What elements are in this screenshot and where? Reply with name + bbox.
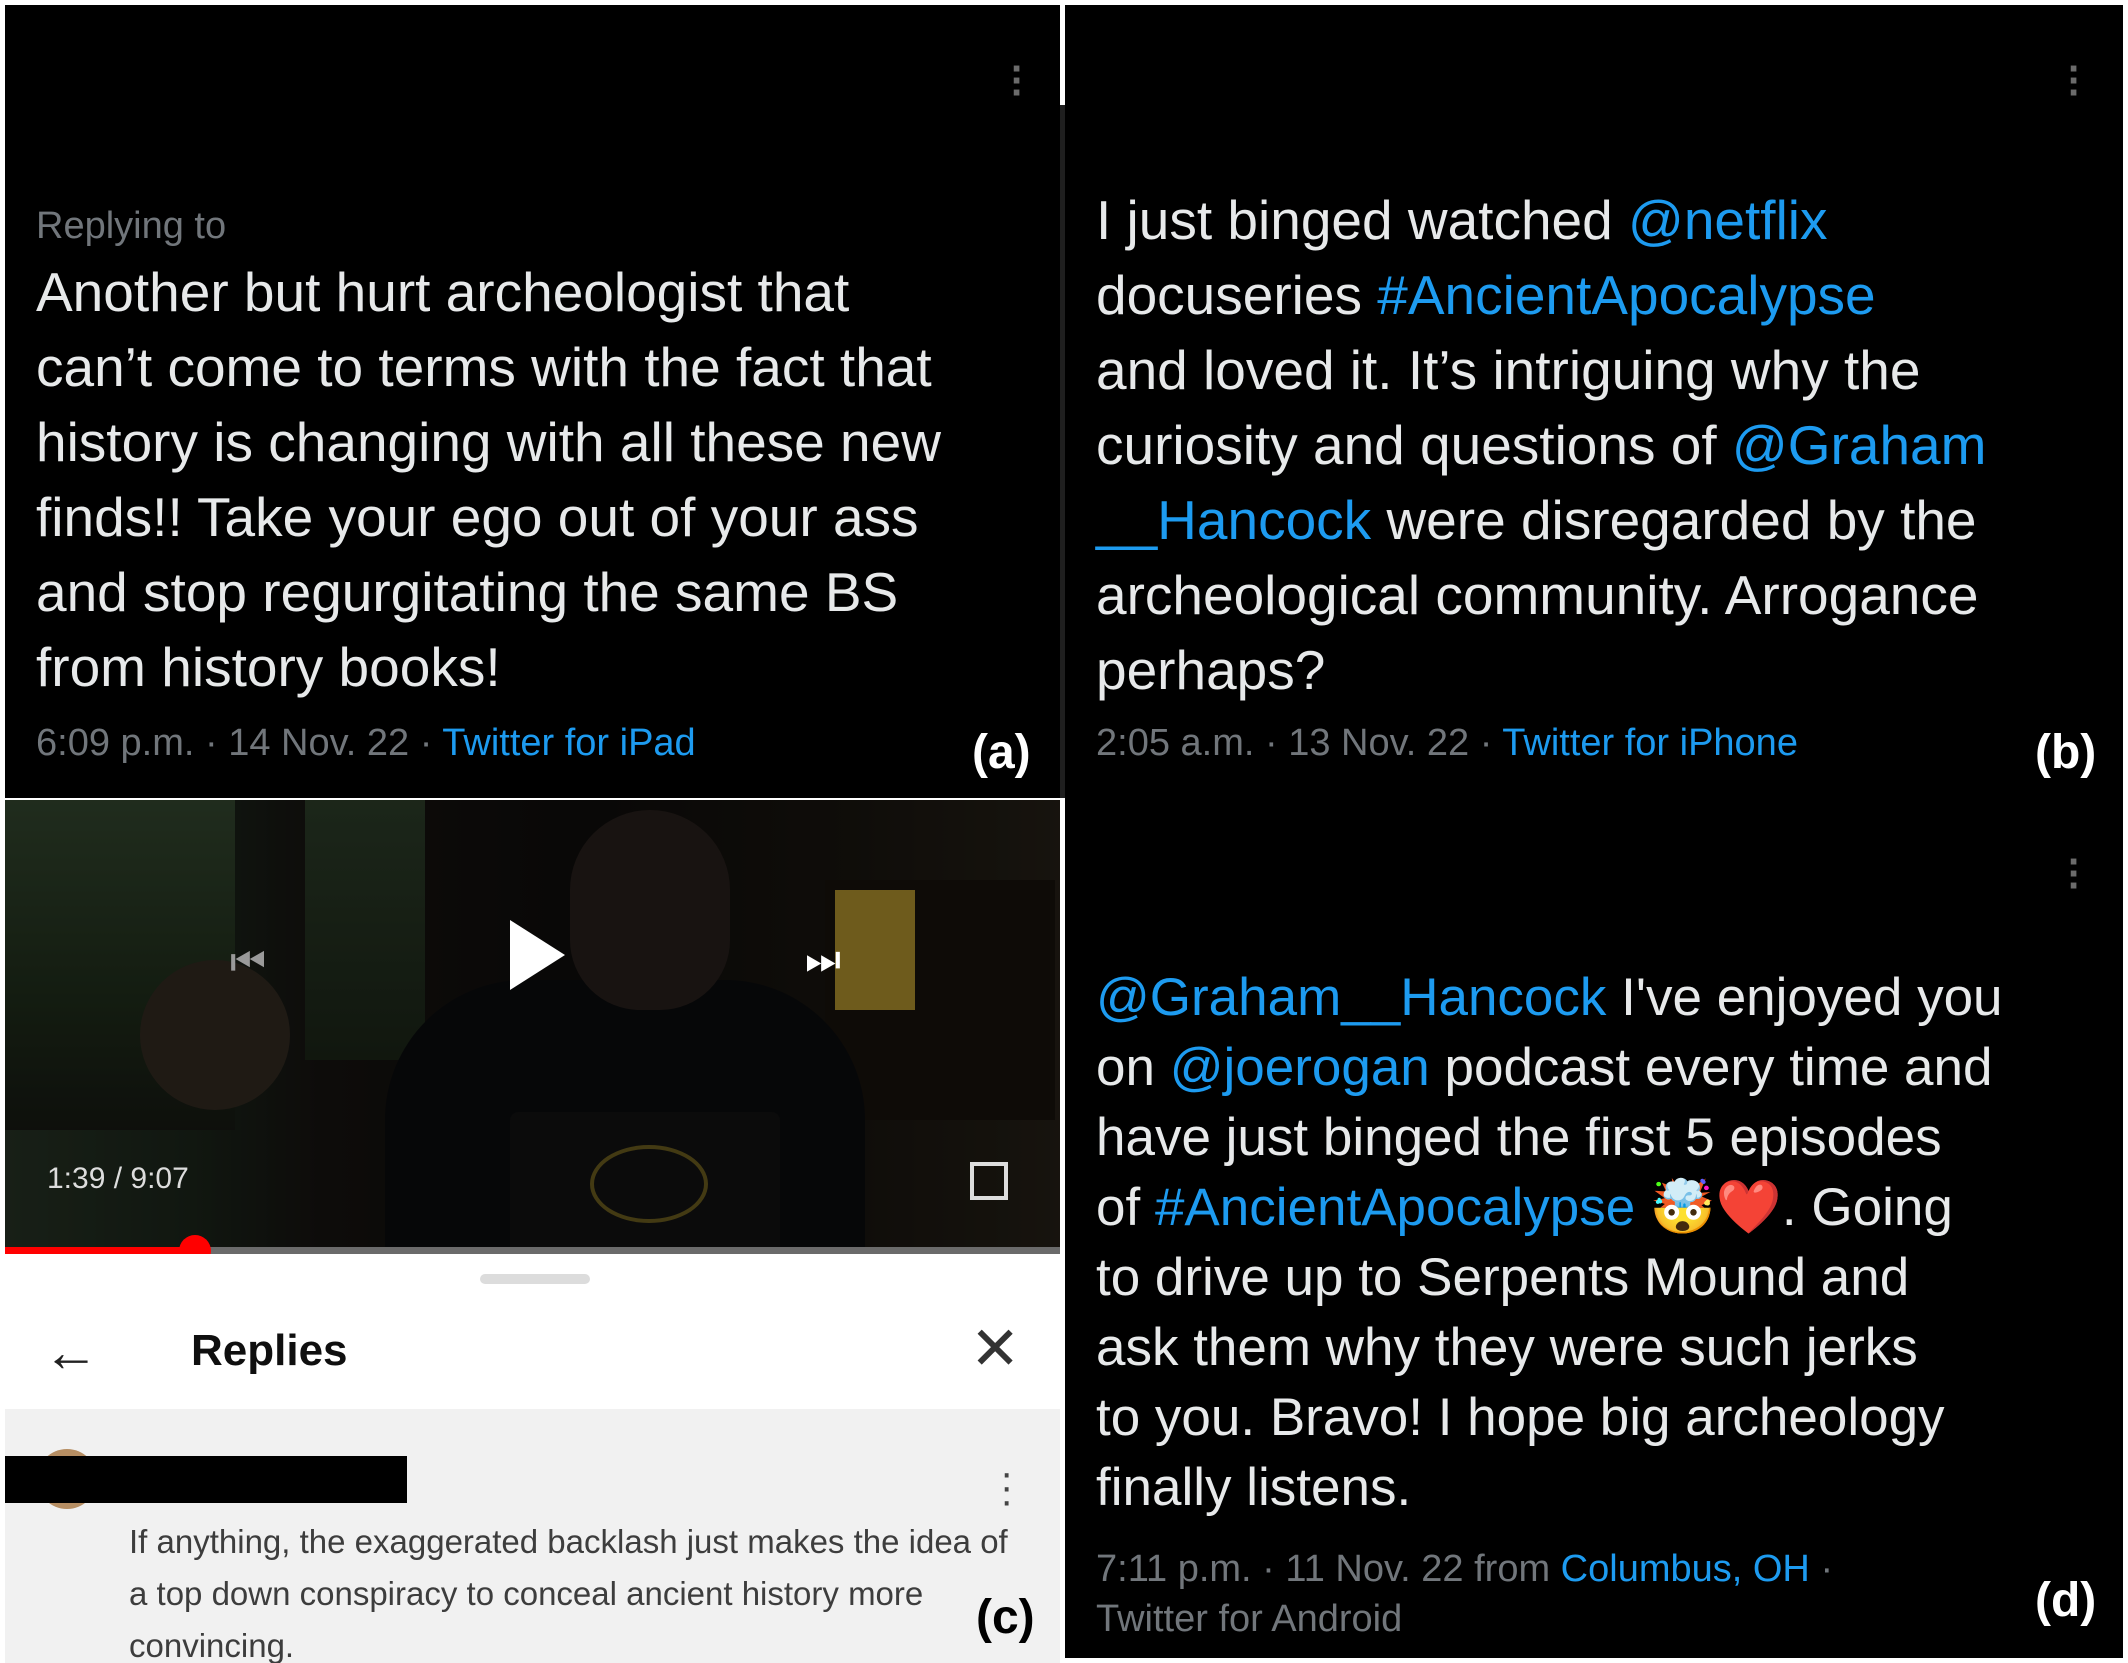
replies-sheet: ← Replies ✕ · · · If anything, the exagger… xyxy=(5,1254,1060,1663)
tweet-text: Another but hurt archeologist that can’t… xyxy=(36,261,941,698)
from-label: from xyxy=(1474,1548,1551,1590)
tweet-time: 7:11 p.m. xyxy=(1096,1548,1252,1590)
replying-to-label: Replying to xyxy=(36,205,227,247)
separator: · xyxy=(1264,722,1278,764)
tweet-time: 6:09 p.m. xyxy=(36,722,195,764)
separator: · xyxy=(1820,1548,1834,1590)
mention-netflix-link[interactable]: @netflix xyxy=(1628,189,1828,251)
panel-a-tweet: · · · Replying to Another but hurt archeol… xyxy=(5,5,1060,798)
mention-joerogan-link[interactable]: @joerogan xyxy=(1170,1038,1430,1097)
tweet-text-segment: docuseries xyxy=(1096,264,1362,326)
panel-d-tweet: · · · @Graham__Hancock I've enjoyed you on… xyxy=(1065,798,2123,1658)
separator: · xyxy=(1479,722,1493,764)
separator: · xyxy=(204,722,218,764)
tweet-date: 14 Nov. 22 xyxy=(228,722,410,764)
tweet-source-link[interactable]: Twitter for Android xyxy=(1096,1598,1402,1641)
emoji: 🤯❤️ xyxy=(1635,1178,1782,1237)
panel-label: (a) xyxy=(972,726,1031,779)
tweet-meta: 6:09 p.m. · 14 Nov. 22 · Twitter for iPa… xyxy=(36,722,696,765)
more-options-icon[interactable]: · · · xyxy=(2068,49,2081,113)
tweet-meta: 7:11 p.m. · 11 Nov. 22 from Columbus, OH… xyxy=(1096,1548,1833,1591)
sheet-title: Replies xyxy=(191,1326,348,1375)
video-timecode: 1:39 / 9:07 xyxy=(47,1162,189,1195)
separator: · xyxy=(1262,1548,1275,1590)
redacted-username xyxy=(5,1456,407,1503)
panel-label: (d) xyxy=(2035,1574,2097,1627)
video-player[interactable]: ⏮ ⏭ 1:39 / 9:07 xyxy=(5,800,1060,1250)
tweet-source-link[interactable]: Twitter for iPad xyxy=(442,722,695,764)
separator: · xyxy=(419,722,433,764)
panel-b-tweet: · · · I just binged watched @netflix docus… xyxy=(1065,5,2123,798)
panel-label: (c) xyxy=(976,1591,1035,1644)
reply-text: If anything, the exaggerated backlash ju… xyxy=(129,1523,1008,1663)
video-progress-fill xyxy=(5,1247,195,1254)
tweet-time: 2:05 a.m. xyxy=(1096,722,1255,764)
more-options-icon[interactable]: · · · xyxy=(1011,49,1024,113)
previous-icon[interactable]: ⏮ xyxy=(230,940,266,985)
location-link[interactable]: Columbus, OH xyxy=(1561,1548,1810,1590)
mention-graham-hancock-link[interactable]: @Graham__Hancock xyxy=(1096,968,1606,1027)
tweet-source-link[interactable]: Twitter for iPhone xyxy=(1502,722,1798,764)
fullscreen-icon[interactable] xyxy=(970,1162,1008,1200)
tweet-meta: 2:05 a.m. · 13 Nov. 22 · Twitter for iPh… xyxy=(1096,722,1798,765)
more-options-icon[interactable]: · · · xyxy=(2068,842,2081,906)
hashtag-link[interactable]: #AncientApocalypse xyxy=(1377,264,1875,326)
next-icon[interactable]: ⏭ xyxy=(805,938,841,983)
close-icon[interactable]: ✕ xyxy=(970,1314,1020,1384)
tweet-text-segment: I just binged watched xyxy=(1096,189,1629,251)
tweet-text: @Graham__Hancock I've enjoyed you on @jo… xyxy=(1096,963,2003,1523)
tweet-date: 13 Nov. 22 xyxy=(1288,722,1470,764)
tweet-text: I just binged watched @netflix docuserie… xyxy=(1096,183,1986,708)
panel-label: (b) xyxy=(2035,726,2097,779)
play-icon[interactable] xyxy=(510,920,565,990)
sheet-drag-handle[interactable] xyxy=(480,1274,590,1284)
tweet-date: 11 Nov. 22 xyxy=(1285,1548,1464,1590)
back-arrow-icon[interactable]: ← xyxy=(43,1319,99,1384)
more-options-icon[interactable]: · · · xyxy=(1000,1453,1013,1521)
hashtag-link[interactable]: #AncientApocalypse xyxy=(1155,1178,1635,1237)
